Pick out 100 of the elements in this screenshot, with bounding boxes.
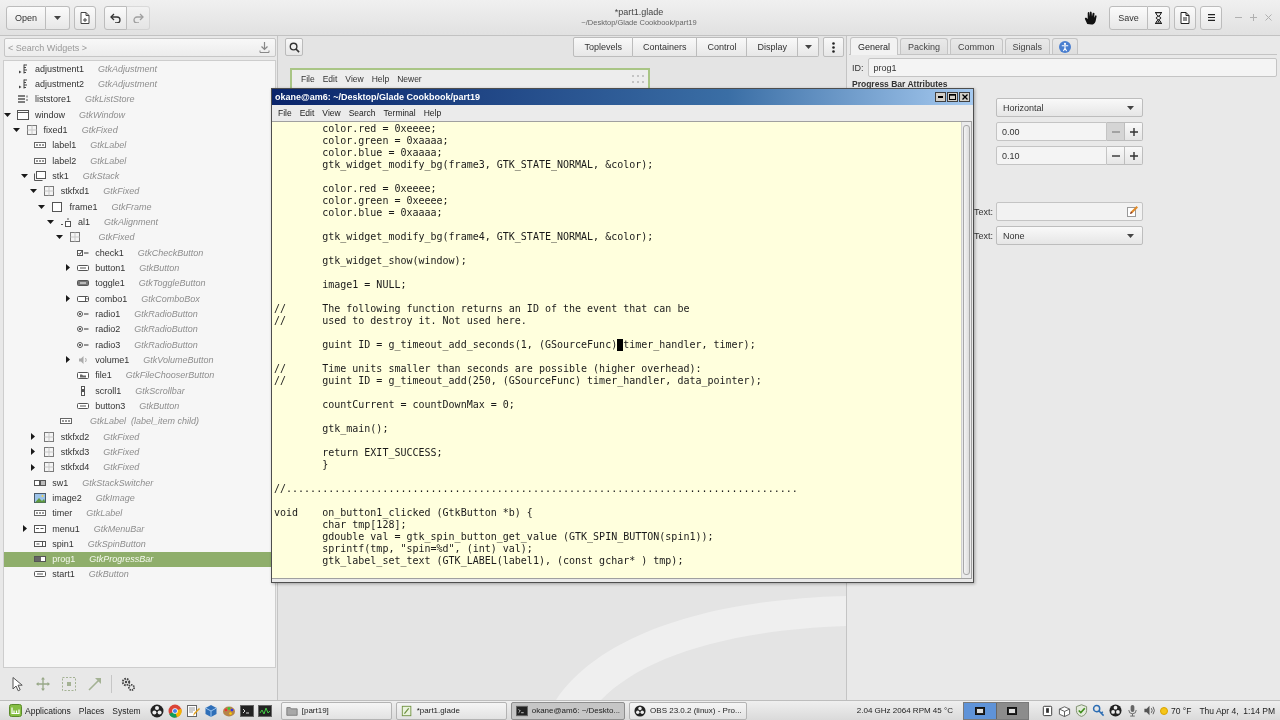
menu-item[interactable]: File xyxy=(297,74,319,84)
save-button[interactable]: Save xyxy=(1109,5,1148,30)
tree-row[interactable]: timer GtkLabel xyxy=(4,505,275,521)
accessibility-tab[interactable] xyxy=(1052,38,1079,54)
tree-row[interactable]: label1 GtkLabel xyxy=(4,137,275,153)
tree-row[interactable]: window GtkWindow xyxy=(4,107,275,123)
panel-menu[interactable]: Places xyxy=(74,701,109,720)
tree-row[interactable]: stkfxd3 GtkFixed xyxy=(4,444,275,460)
edit-icon[interactable] xyxy=(1127,206,1138,217)
maximize-button[interactable] xyxy=(947,92,958,102)
tree-row[interactable]: stkfxd2 GtkFixed xyxy=(4,428,275,445)
tree-row[interactable]: adjustment1 GtkAdjustment xyxy=(4,61,275,77)
cube-icon[interactable] xyxy=(203,703,218,718)
tree-row[interactable]: stk1 GtkStack xyxy=(4,168,275,184)
circle-logo-icon[interactable] xyxy=(149,703,164,718)
panel-menu[interactable]: Applications xyxy=(5,701,75,720)
text-field[interactable] xyxy=(996,202,1143,221)
caret-right-icon[interactable] xyxy=(65,264,70,272)
tree-row[interactable]: spin1 GtkSpinButton xyxy=(4,536,275,552)
palette-more-button[interactable] xyxy=(798,37,819,57)
key-icon[interactable] xyxy=(1091,704,1105,717)
pointer-icon[interactable] xyxy=(9,676,25,692)
menu-item[interactable]: View xyxy=(318,108,345,118)
notepad-icon[interactable] xyxy=(185,703,200,718)
tab[interactable]: Common xyxy=(950,38,1003,54)
menu-item[interactable]: Terminal xyxy=(379,108,420,118)
gears-icon[interactable] xyxy=(120,676,136,692)
increment-button[interactable] xyxy=(1125,122,1143,141)
decrement-button[interactable] xyxy=(1107,146,1125,165)
tree-row[interactable]: file1 GtkFileChooserButton xyxy=(4,367,275,383)
caret-down-icon[interactable] xyxy=(29,189,37,194)
tree-row[interactable]: button3 GtkButton xyxy=(4,398,275,414)
document-button[interactable] xyxy=(1174,5,1196,30)
shield-check-icon[interactable] xyxy=(1074,704,1088,717)
menu-item[interactable]: Help xyxy=(367,74,394,84)
device-icon[interactable] xyxy=(1040,704,1054,717)
menu-item[interactable]: Search xyxy=(344,108,380,118)
caret-down-icon[interactable] xyxy=(4,112,11,117)
caret-down-icon[interactable] xyxy=(47,219,54,224)
tab[interactable]: General xyxy=(850,37,899,55)
tree-row[interactable]: label2 GtkLabel xyxy=(4,152,275,169)
tree-row[interactable]: al1 GtkAlignment xyxy=(4,214,275,230)
minimize-button[interactable] xyxy=(935,92,946,102)
tree-row[interactable]: radio1 GtkRadioButton xyxy=(4,306,275,322)
workspace-button[interactable] xyxy=(995,702,1028,719)
menu-item[interactable]: File xyxy=(274,108,296,118)
number-field[interactable]: 0.10 xyxy=(996,146,1107,165)
tree-row[interactable]: check1 GtkCheckButton xyxy=(4,244,275,261)
tree-row[interactable]: sw1 GtkStackSwitcher xyxy=(4,474,275,491)
search-button[interactable] xyxy=(285,38,303,56)
hourglass-button[interactable] xyxy=(1148,5,1170,30)
id-field[interactable]: prog1 xyxy=(867,58,1277,77)
panel-menu[interactable]: System xyxy=(108,701,145,720)
microphone-icon[interactable] xyxy=(1125,704,1139,717)
tab[interactable]: Packing xyxy=(900,38,949,54)
tree-row[interactable]: liststore1 GtkListStore xyxy=(4,91,275,107)
box-icon[interactable] xyxy=(1057,704,1071,717)
menu-item[interactable]: Newer xyxy=(393,74,426,84)
menu-item[interactable]: View xyxy=(341,74,368,84)
caret-down-icon[interactable] xyxy=(21,173,29,178)
palette-group-button[interactable]: Toplevels xyxy=(573,37,633,57)
browser-icon[interactable] xyxy=(167,703,182,718)
terminal-icon[interactable] xyxy=(239,703,254,718)
tree-row[interactable]: radio2 GtkRadioButton xyxy=(4,321,275,337)
tree-row[interactable]: button1 GtkButton xyxy=(4,260,275,276)
tree-row[interactable]: fixed1 GtkFixed xyxy=(4,122,275,138)
menu-item[interactable]: Help xyxy=(419,108,446,118)
caret-right-icon[interactable] xyxy=(31,448,36,456)
number-field[interactable]: 0.00 xyxy=(996,122,1107,141)
tree-row[interactable]: radio3 GtkRadioButton xyxy=(4,336,275,353)
monitor-graph-icon[interactable] xyxy=(257,703,272,718)
tree-row[interactable]: scroll1 GtkScrollbar xyxy=(4,382,275,399)
tree-row[interactable]: image2 GtkImage xyxy=(4,490,275,506)
tree-row[interactable]: toggle1 GtkToggleButton xyxy=(4,275,275,291)
caret-down-icon[interactable] xyxy=(38,204,46,209)
task-button[interactable]: [part19] xyxy=(280,701,392,720)
search-field[interactable]: < Search Widgets > xyxy=(4,38,276,57)
tree-row[interactable]: menu1 GtkMenuBar xyxy=(4,520,275,537)
increment-button[interactable] xyxy=(1125,146,1143,165)
tree-row[interactable]: adjustment2 GtkAdjustment xyxy=(4,76,275,92)
dropdown[interactable]: None xyxy=(996,226,1143,245)
task-button[interactable]: OBS 23.0.2 (linux) - Pro... xyxy=(629,701,747,720)
tree-row[interactable]: volume1 GtkVolumeButton xyxy=(4,352,275,368)
tree-row[interactable]: start1 GtkButton xyxy=(4,566,275,583)
dropdown[interactable]: Horizontal xyxy=(996,98,1143,117)
caret-right-icon[interactable] xyxy=(22,525,27,532)
menu-item[interactable]: Edit xyxy=(295,108,319,118)
close-button[interactable] xyxy=(959,92,970,102)
caret-right-icon[interactable] xyxy=(31,433,36,441)
tree-row[interactable]: frame1 GtkFrame xyxy=(4,198,275,215)
task-button[interactable]: okane@am6: ~/Deskto... xyxy=(510,701,626,720)
caret-down-icon[interactable] xyxy=(12,127,20,132)
speaker-icon[interactable] xyxy=(1142,704,1156,717)
clock-text[interactable]: Thu Apr 4, 1:14 PM xyxy=(1199,705,1275,716)
options-button[interactable] xyxy=(823,37,844,57)
circle-logo-icon[interactable] xyxy=(1108,704,1122,717)
caret-right-icon[interactable] xyxy=(65,356,70,364)
palette-group-button[interactable]: Containers xyxy=(632,37,698,57)
palette-group-button[interactable]: Display xyxy=(747,37,798,57)
open-button[interactable]: Open xyxy=(6,5,46,30)
